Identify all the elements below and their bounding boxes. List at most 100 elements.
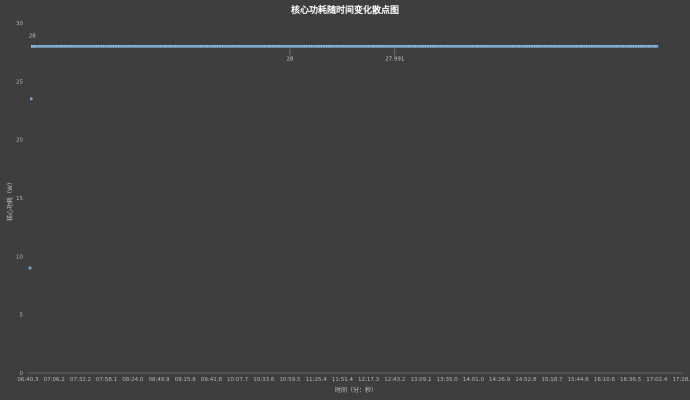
- data-point: [517, 45, 520, 48]
- data-point: [91, 45, 94, 48]
- data-point: [410, 45, 414, 48]
- data-point: [524, 45, 528, 48]
- x-tick-label: 15:18.7: [541, 377, 563, 383]
- data-point: [155, 45, 159, 48]
- data-point: [123, 45, 126, 48]
- data-point: [217, 45, 221, 48]
- data-point: [608, 45, 612, 48]
- data-point: [618, 45, 622, 48]
- data-point: [237, 45, 240, 48]
- data-point: [252, 45, 255, 48]
- data-point: [413, 45, 416, 48]
- data-point: [274, 45, 277, 48]
- data-point: [400, 45, 404, 48]
- data-point: [63, 45, 67, 48]
- x-tick-label: 10:59.5: [279, 377, 301, 383]
- data-point: [494, 45, 498, 48]
- data-point: [581, 45, 585, 48]
- data-point: [143, 45, 146, 48]
- data-point: [239, 45, 243, 48]
- data-point: [616, 45, 619, 48]
- data-point: [177, 45, 181, 48]
- data-point: [514, 45, 518, 48]
- data-point: [41, 45, 45, 48]
- data-point: [512, 45, 515, 48]
- data-point: [356, 45, 359, 48]
- data-point: [106, 45, 109, 48]
- data-point: [71, 45, 74, 48]
- y-tick-label: 30: [16, 21, 23, 27]
- data-point: [281, 45, 285, 48]
- data-point: [324, 45, 327, 48]
- data-point: [172, 45, 176, 48]
- data-point: [643, 45, 646, 48]
- x-tick-label: 16:10.6: [594, 377, 616, 383]
- annotation-label: 27.991: [385, 56, 404, 62]
- x-tick-label: 15:44.6: [568, 377, 590, 383]
- data-point: [368, 45, 372, 48]
- data-point: [224, 45, 228, 48]
- data-point: [207, 45, 211, 48]
- data-point: [36, 45, 40, 48]
- data-point: [269, 45, 273, 48]
- data-point: [598, 45, 602, 48]
- data-point: [415, 45, 419, 48]
- data-point: [432, 45, 436, 48]
- data-point: [450, 45, 453, 48]
- data-point: [101, 45, 104, 48]
- data-point: [566, 45, 570, 48]
- data-point: [150, 45, 154, 48]
- data-point: [420, 45, 424, 48]
- data-point: [626, 45, 629, 48]
- data-point: [170, 45, 173, 48]
- data-point: [294, 45, 297, 48]
- data-point: [301, 45, 305, 48]
- y-axis-ticks: 051015202530: [16, 21, 24, 377]
- data-point: [153, 45, 156, 48]
- x-tick-label: 09:15.8: [175, 377, 197, 383]
- data-point: [165, 45, 169, 48]
- data-point: [353, 45, 357, 48]
- data-point: [648, 45, 651, 48]
- data-point: [66, 45, 69, 48]
- data-point: [393, 45, 396, 48]
- data-point: [314, 45, 317, 48]
- data-point: [631, 45, 634, 48]
- data-point: [343, 45, 347, 48]
- data-point: [492, 45, 495, 48]
- data-point: [428, 45, 431, 48]
- data-point: [579, 45, 582, 48]
- data-point: [445, 45, 448, 48]
- data-point: [489, 45, 493, 48]
- data-point: [31, 45, 35, 48]
- data-point: [140, 45, 144, 48]
- data-point: [200, 45, 203, 48]
- data-point: [549, 45, 552, 48]
- data-point: [574, 45, 577, 48]
- x-tick-label: 11:51.4: [332, 377, 354, 383]
- data-point: [519, 45, 523, 48]
- x-tick-label: 10:07.7: [227, 377, 249, 383]
- data-point: [279, 45, 282, 48]
- data-point: [242, 45, 245, 48]
- y-tick-label: 25: [16, 79, 23, 85]
- data-point: [628, 45, 632, 48]
- data-point: [44, 45, 47, 48]
- data-point: [309, 45, 312, 48]
- data-point: [385, 45, 389, 48]
- data-point: [205, 45, 208, 48]
- data-point: [284, 45, 287, 48]
- y-axis-title: 核心功耗（W）: [6, 179, 14, 221]
- x-tick-label: 14:52.8: [515, 377, 537, 383]
- x-axis-title: 时间（分：秒）: [335, 386, 377, 394]
- data-point: [408, 45, 411, 48]
- data-point: [482, 45, 486, 48]
- data-point: [262, 45, 265, 48]
- data-point: [111, 45, 114, 48]
- data-point: [73, 45, 77, 48]
- data-point: [306, 45, 310, 48]
- x-tick-label: 12:43.2: [384, 377, 405, 383]
- data-point: [561, 45, 565, 48]
- data-point: [81, 45, 84, 48]
- data-point: [267, 45, 270, 48]
